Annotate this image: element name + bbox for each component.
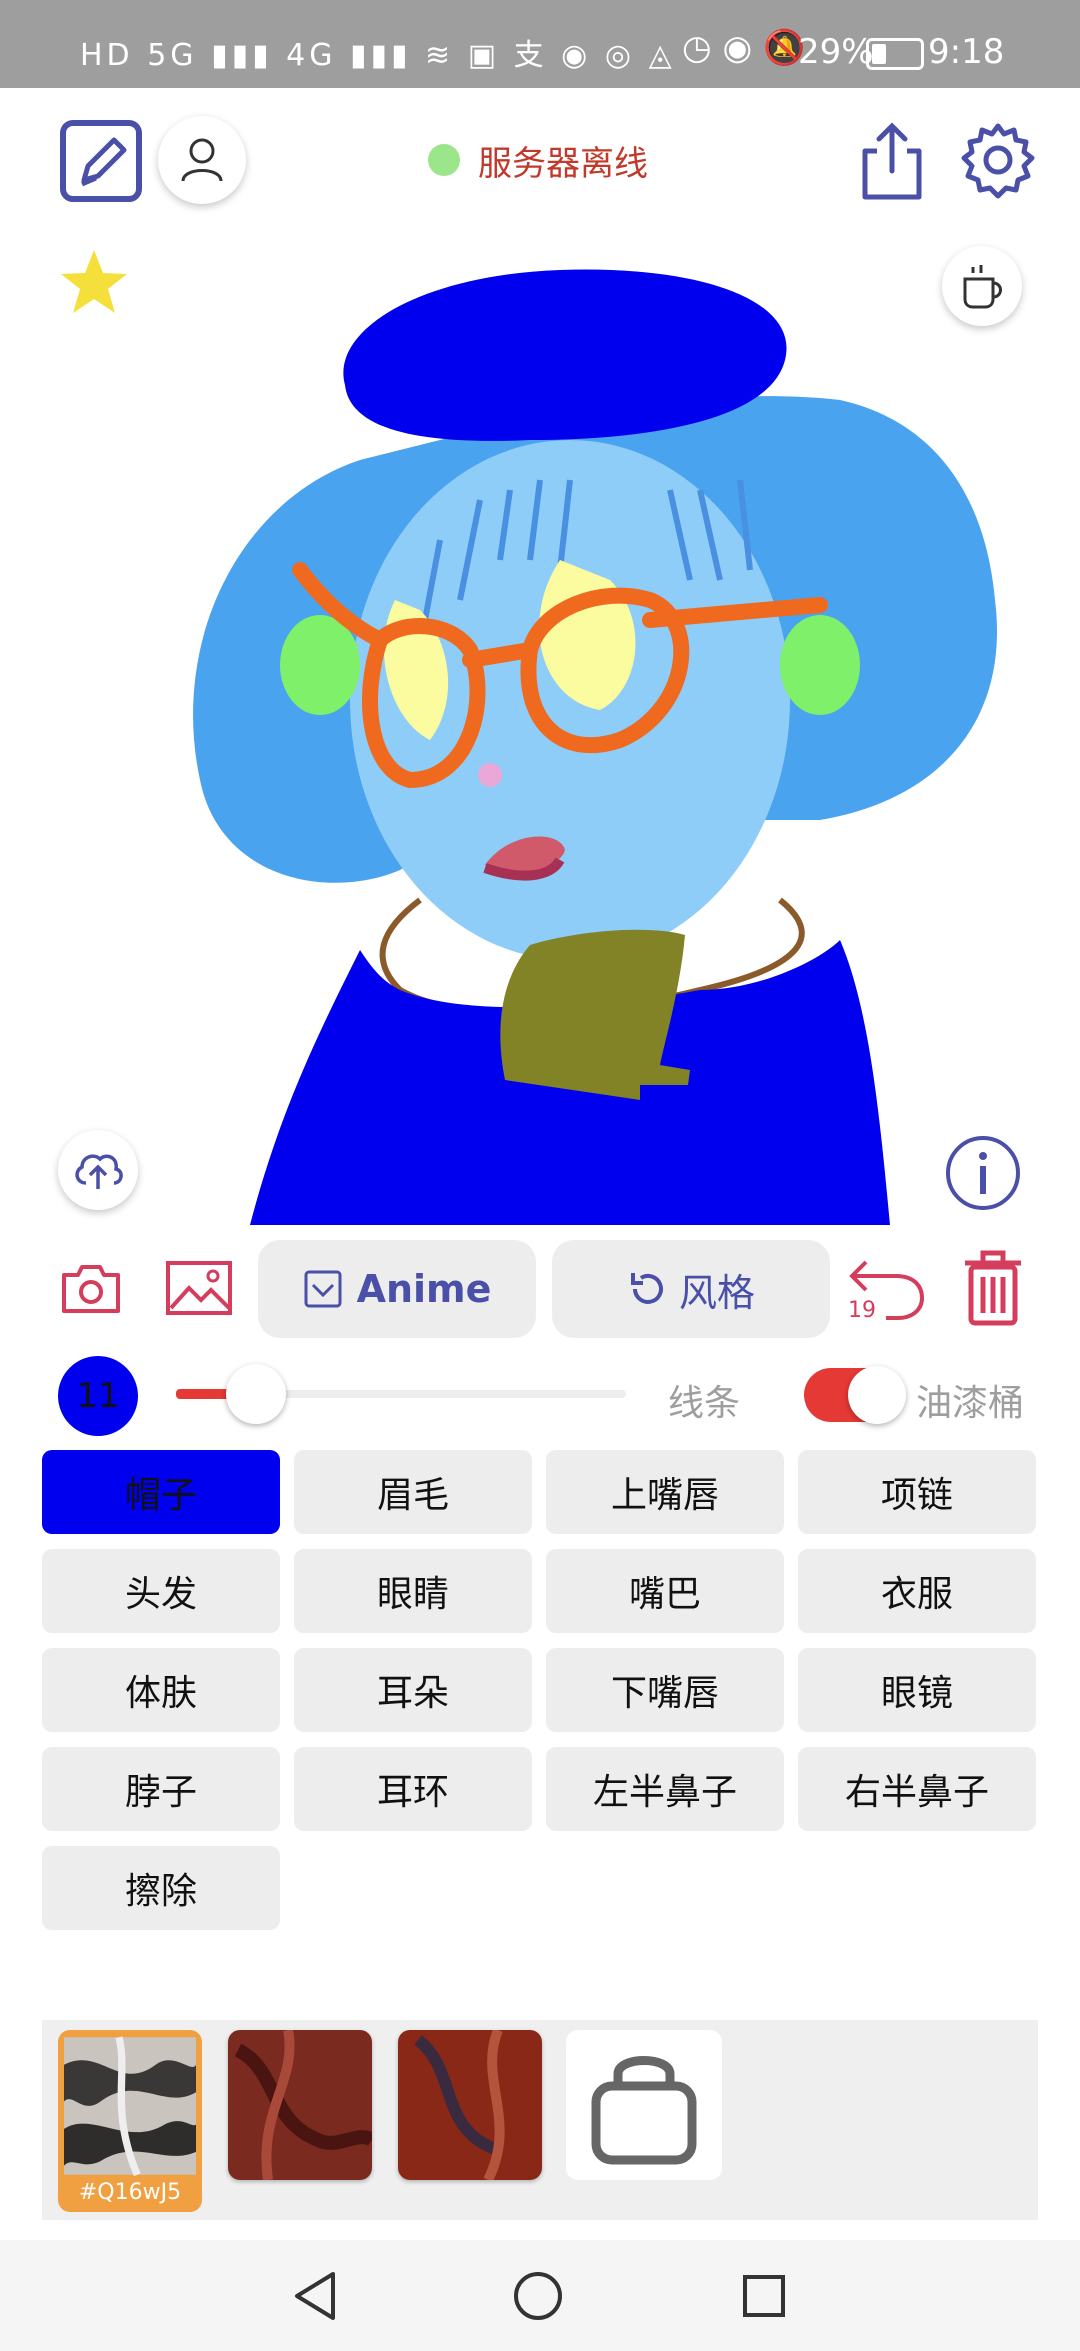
status-icons: HD 5G ▮▮▮ 4G ▮▮▮ ≋ ▣ 支 ◉ ◎ ◬ — [80, 38, 676, 73]
category-label: 眉毛 — [376, 1475, 449, 1516]
status-bar: HD 5G ▮▮▮ 4G ▮▮▮ ≋ ▣ 支 ◉ ◎ ◬ ◷ ◉ 🔕 29% 9… — [0, 0, 1080, 88]
profile-button[interactable] — [158, 116, 246, 204]
style-preview-crimson — [398, 2030, 542, 2180]
user-icon — [181, 138, 223, 182]
style-button-label: 风格 — [678, 1270, 755, 1315]
brush-size-badge: 11 — [58, 1356, 138, 1436]
category-label: 上嘴唇 — [610, 1475, 719, 1516]
anime-button[interactable]: Anime — [258, 1240, 536, 1338]
portrait-drawing — [193, 269, 998, 1225]
brush-size-slider-thumb[interactable] — [226, 1364, 286, 1424]
category-label: 脖子 — [124, 1772, 197, 1813]
coffee-button[interactable] — [942, 246, 1022, 326]
category-label: 衣服 — [880, 1574, 953, 1615]
category-neck[interactable]: 脖子 — [42, 1747, 280, 1831]
bag-icon — [591, 2056, 697, 2165]
share-button[interactable] — [852, 118, 932, 204]
edit-icon — [60, 120, 142, 202]
delete-button[interactable] — [956, 1248, 1030, 1328]
refresh-icon — [630, 1273, 663, 1304]
style-code: #Q16wJ5 — [78, 2180, 182, 2205]
server-status-label: 服务器离线 — [478, 143, 648, 184]
camera-icon — [62, 1265, 120, 1313]
star-icon — [61, 250, 127, 313]
category-clothes[interactable]: 衣服 — [798, 1549, 1036, 1633]
style-store-button[interactable] — [566, 2030, 722, 2180]
gallery-button[interactable] — [164, 1258, 234, 1318]
favorite-button[interactable] — [58, 246, 130, 318]
coffee-cup-icon — [963, 265, 1002, 309]
share-icon — [862, 122, 922, 200]
category-erase[interactable]: 擦除 — [42, 1846, 280, 1930]
info-icon — [946, 1136, 1020, 1210]
nav-recents-button[interactable] — [736, 2268, 792, 2324]
style-button[interactable]: 风格 — [552, 1240, 830, 1338]
category-left-nose[interactable]: 左半鼻子 — [546, 1747, 784, 1831]
category-earrings[interactable]: 耳环 — [294, 1747, 532, 1831]
category-label: 体肤 — [124, 1673, 197, 1714]
trash-icon — [965, 1250, 1021, 1326]
settings-button[interactable] — [956, 118, 1040, 202]
category-label: 头发 — [124, 1574, 197, 1615]
style-preview-monochrome — [64, 2036, 196, 2176]
nav-home-button[interactable] — [510, 2268, 566, 2324]
category-right-nose[interactable]: 右半鼻子 — [798, 1747, 1036, 1831]
category-mouth[interactable]: 嘴巴 — [546, 1549, 784, 1633]
status-system-icons: ◷ ◉ 🔕 — [682, 28, 806, 68]
clock: 9:18 — [928, 32, 1005, 72]
battery-percent: 29% — [798, 32, 874, 72]
recents-square-icon — [743, 2275, 785, 2317]
category-label: 耳环 — [376, 1772, 449, 1813]
category-glasses[interactable]: 眼镜 — [798, 1648, 1036, 1732]
cloud-upload-icon — [75, 1154, 123, 1189]
line-mode-label: 线条 — [668, 1383, 741, 1424]
category-necklace[interactable]: 项链 — [798, 1450, 1036, 1534]
back-triangle-icon — [295, 2272, 335, 2320]
brush-size-value: 11 — [76, 1376, 120, 1416]
paint-bucket-toggle-thumb[interactable] — [848, 1366, 906, 1424]
category-hat[interactable]: 帽子 — [42, 1450, 280, 1534]
edit-drawing-button[interactable] — [58, 118, 144, 204]
category-skin[interactable]: 体肤 — [42, 1648, 280, 1732]
category-eyes[interactable]: 眼睛 — [294, 1549, 532, 1633]
gear-icon — [961, 123, 1035, 199]
style-thumb-3[interactable] — [398, 2030, 542, 2180]
category-eyebrows[interactable]: 眉毛 — [294, 1450, 532, 1534]
category-hair[interactable]: 头发 — [42, 1549, 280, 1633]
style-preview-red — [228, 2030, 372, 2180]
home-circle-icon — [514, 2272, 562, 2320]
category-label: 帽子 — [124, 1475, 197, 1516]
category-label: 眼镜 — [880, 1673, 953, 1714]
checkbox-icon — [304, 1270, 342, 1308]
drawing-canvas[interactable] — [0, 230, 1080, 1225]
style-thumb-2[interactable] — [228, 2030, 372, 2180]
nav-back-button[interactable] — [286, 2266, 342, 2326]
undo-button[interactable]: 19 — [846, 1252, 930, 1326]
category-lower-lip[interactable]: 下嘴唇 — [546, 1648, 784, 1732]
paint-bucket-label: 油漆桶 — [916, 1383, 1025, 1424]
undo-count: 19 — [848, 1298, 876, 1323]
category-label: 耳朵 — [376, 1673, 449, 1714]
category-label: 擦除 — [124, 1871, 197, 1912]
style-thumb-selected[interactable]: #Q16wJ5 — [58, 2030, 202, 2212]
category-label: 左半鼻子 — [592, 1772, 737, 1813]
category-ears[interactable]: 耳朵 — [294, 1648, 532, 1732]
category-label: 嘴巴 — [628, 1574, 701, 1615]
camera-button[interactable] — [58, 1258, 124, 1318]
category-label: 眼睛 — [376, 1574, 449, 1615]
info-button[interactable] — [944, 1134, 1022, 1212]
battery-icon — [866, 38, 924, 70]
category-label: 下嘴唇 — [610, 1673, 719, 1714]
server-status: 服务器离线 — [428, 140, 648, 184]
anime-button-label: Anime — [356, 1267, 492, 1311]
status-dot — [428, 144, 460, 176]
image-icon — [166, 1261, 232, 1315]
category-label: 右半鼻子 — [844, 1772, 989, 1813]
category-label: 项链 — [880, 1475, 953, 1516]
upload-button[interactable] — [58, 1130, 138, 1210]
category-upper-lip[interactable]: 上嘴唇 — [546, 1450, 784, 1534]
